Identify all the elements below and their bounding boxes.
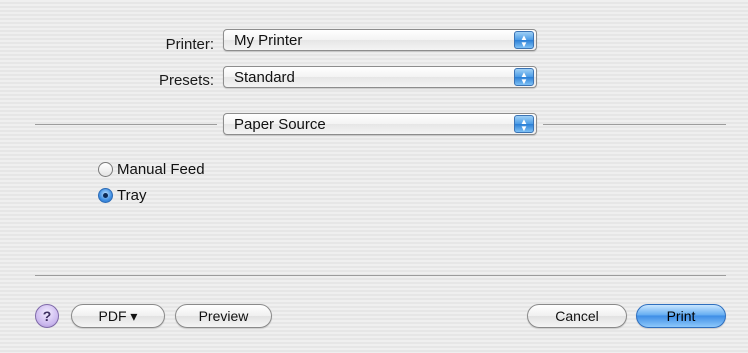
source-option-manual-feed[interactable]: Manual Feed bbox=[98, 161, 205, 178]
preview-button[interactable]: Preview bbox=[175, 304, 272, 328]
help-button[interactable]: ? bbox=[35, 304, 59, 328]
presets-popup[interactable]: Standard ▲ ▼ bbox=[223, 66, 537, 88]
pane-divider-left bbox=[35, 124, 217, 125]
printer-popup[interactable]: My Printer ▲ ▼ bbox=[223, 29, 537, 51]
print-button[interactable]: Print bbox=[636, 304, 726, 328]
pane-value: Paper Source bbox=[234, 116, 326, 133]
source-option-tray[interactable]: Tray bbox=[98, 187, 146, 204]
cancel-button[interactable]: Cancel bbox=[527, 304, 627, 328]
presets-label: Presets: bbox=[158, 72, 214, 89]
radio-selected-dot bbox=[103, 193, 108, 198]
pane-divider-right bbox=[543, 124, 726, 125]
radio-button-tray[interactable] bbox=[98, 188, 113, 203]
radio-button-manual-feed[interactable] bbox=[98, 162, 113, 177]
printer-value: My Printer bbox=[234, 32, 303, 49]
popup-arrows-icon: ▲ ▼ bbox=[514, 31, 534, 49]
bottom-divider bbox=[35, 275, 726, 276]
pdf-button[interactable]: PDF ▾ bbox=[71, 304, 165, 328]
popup-arrows-icon: ▲ ▼ bbox=[514, 68, 534, 86]
source-option-label: Tray bbox=[117, 187, 147, 204]
printer-label: Printer: bbox=[165, 36, 214, 53]
popup-arrows-icon: ▲ ▼ bbox=[514, 115, 534, 133]
source-option-label: Manual Feed bbox=[117, 161, 205, 178]
presets-value: Standard bbox=[234, 69, 295, 86]
pane-popup[interactable]: Paper Source ▲ ▼ bbox=[223, 113, 537, 135]
